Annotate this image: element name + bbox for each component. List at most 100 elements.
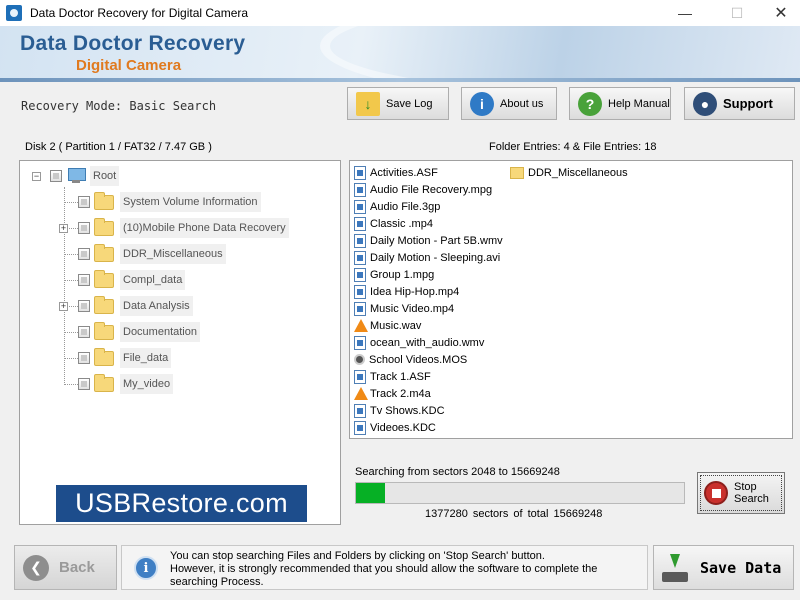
close-button[interactable]: ✕ xyxy=(758,0,800,26)
media-file-icon xyxy=(354,250,366,265)
folder-icon xyxy=(94,295,114,314)
tree-item-folder[interactable]: File_data xyxy=(78,347,172,369)
support-label: Support xyxy=(723,96,773,111)
file-list-panel[interactable]: Activities.ASF Audio File Recovery.mpg A… xyxy=(349,160,793,439)
file-item[interactable]: School Videos.MOS xyxy=(354,351,467,368)
tree-checkbox[interactable] xyxy=(78,248,90,260)
title-bar: Data Doctor Recovery for Digital Camera … xyxy=(0,0,800,26)
file-name: School Videos.MOS xyxy=(369,353,468,366)
file-name: Daily Motion - Sleeping.avi xyxy=(370,251,501,264)
tree-item-label: File_data xyxy=(120,348,172,368)
save-data-button[interactable]: Save Data xyxy=(653,545,794,590)
file-item[interactable]: Daily Motion - Sleeping.avi xyxy=(354,249,500,266)
tree-item-root[interactable]: Root xyxy=(50,165,120,187)
folder-icon xyxy=(510,166,524,179)
file-item[interactable]: Music.wav xyxy=(354,317,421,334)
folder-name: DDR_Miscellaneous xyxy=(528,166,628,179)
save-log-label: Save Log xyxy=(386,97,433,110)
minimize-button[interactable]: — xyxy=(662,0,708,26)
media-file-icon xyxy=(354,267,366,282)
file-name: Daily Motion - Part 5B.wmv xyxy=(370,234,503,247)
tree-item-folder[interactable]: (10)Mobile Phone Data Recovery xyxy=(78,217,289,239)
entries-count: Folder Entries: 4 & File Entries: 18 xyxy=(489,141,657,153)
search-range-text: Searching from sectors 2048 to 15669248 xyxy=(355,466,560,478)
file-name: Activities.ASF xyxy=(370,166,438,179)
tree-checkbox[interactable] xyxy=(78,378,90,390)
help-icon: ? xyxy=(578,91,602,116)
tree-item-folder[interactable]: System Volume Information xyxy=(78,191,261,213)
support-button[interactable]: ● Support xyxy=(684,87,795,120)
media-file-icon xyxy=(354,182,366,197)
file-item[interactable]: Daily Motion - Part 5B.wmv xyxy=(354,232,503,249)
tree-item-folder[interactable]: DDR_Miscellaneous xyxy=(78,243,226,265)
file-name: Classic .mp4 xyxy=(370,217,433,230)
file-item[interactable]: Audio File Recovery.mpg xyxy=(354,181,492,198)
maximize-button[interactable]: ☐ xyxy=(714,0,760,26)
tree-item-folder[interactable]: Data Analysis xyxy=(78,295,193,317)
support-person-icon: ● xyxy=(693,91,717,116)
file-item[interactable]: ocean_with_audio.wmv xyxy=(354,334,484,351)
tree-item-label: Data Analysis xyxy=(120,296,193,316)
file-item[interactable]: Videoes.KDC xyxy=(354,419,436,436)
file-item[interactable]: Music Video.mp4 xyxy=(354,300,454,317)
save-log-button[interactable]: ↓ Save Log xyxy=(347,87,449,120)
tree-checkbox[interactable] xyxy=(78,326,90,338)
file-name: Track 2.m4a xyxy=(370,387,431,400)
tree-checkbox[interactable] xyxy=(50,170,62,182)
info-message-line2: However, it is strongly recommended that… xyxy=(170,563,598,588)
tree-connector xyxy=(64,332,78,333)
stop-search-button[interactable]: Stop Search xyxy=(697,472,785,514)
tree-item-label: Root xyxy=(90,166,120,186)
folder-icon xyxy=(94,217,114,236)
file-name: ocean_with_audio.wmv xyxy=(370,336,485,349)
folder-tree-panel[interactable]: − Root System Volume Information + (10)M… xyxy=(19,160,341,525)
stop-icon xyxy=(704,481,728,505)
stop-search-label: Stop Search xyxy=(734,481,769,505)
tree-item-folder[interactable]: Documentation xyxy=(78,321,200,343)
tree-checkbox[interactable] xyxy=(78,196,90,208)
tree-checkbox[interactable] xyxy=(78,352,90,364)
file-name: Audio File Recovery.mpg xyxy=(370,183,493,196)
file-item[interactable]: Activities.ASF xyxy=(354,164,438,181)
tree-item-label: (10)Mobile Phone Data Recovery xyxy=(120,218,289,238)
file-item[interactable]: Idea Hip-Hop.mp4 xyxy=(354,283,459,300)
watermark-banner: USBRestore.com xyxy=(56,485,307,522)
media-file-icon xyxy=(354,284,366,299)
header-banner: Data Doctor Recovery Digital Camera xyxy=(0,26,800,82)
file-item[interactable]: Classic .mp4 xyxy=(354,215,433,232)
media-file-icon xyxy=(354,420,366,435)
file-item[interactable]: Track 1.ASF xyxy=(354,368,431,385)
tree-item-folder[interactable]: Compl_data xyxy=(78,269,186,291)
about-us-button[interactable]: i About us xyxy=(461,87,557,120)
file-item[interactable]: Track 2.m4a xyxy=(354,385,431,402)
info-message-text: You can stop searching Files and Folders… xyxy=(170,550,645,589)
file-name: Videoes.KDC xyxy=(370,421,436,434)
folder-icon xyxy=(94,269,114,288)
help-manual-button[interactable]: ? Help Manual xyxy=(569,87,671,120)
file-item[interactable]: Audio File.3gp xyxy=(354,198,440,215)
disc-file-icon xyxy=(354,354,365,365)
info-message-line1: You can stop searching Files and Folders… xyxy=(170,550,545,562)
tree-expand-toggle[interactable]: + xyxy=(59,224,68,233)
computer-icon xyxy=(66,168,86,184)
tree-item-label: DDR_Miscellaneous xyxy=(120,244,226,264)
tree-collapse-toggle[interactable]: − xyxy=(32,172,41,181)
tree-checkbox[interactable] xyxy=(78,222,90,234)
file-name: Track 1.ASF xyxy=(370,370,431,383)
sector-count-text: 1377280 sectors of total 15669248 xyxy=(425,508,603,520)
tree-item-label: My_video xyxy=(120,374,174,394)
folder-icon xyxy=(94,321,114,340)
help-manual-label: Help Manual xyxy=(608,97,670,110)
tree-expand-toggle[interactable]: + xyxy=(59,302,68,311)
tree-connector xyxy=(64,384,78,385)
tree-checkbox[interactable] xyxy=(78,300,90,312)
file-item[interactable]: Tv Shows.KDC xyxy=(354,402,445,419)
back-button[interactable]: ❮ Back xyxy=(14,545,117,590)
folder-item[interactable]: DDR_Miscellaneous xyxy=(510,164,628,181)
file-name: Idea Hip-Hop.mp4 xyxy=(370,285,460,298)
brand-title: Data Doctor Recovery xyxy=(20,32,246,55)
tree-checkbox[interactable] xyxy=(78,274,90,286)
folder-icon xyxy=(94,373,114,392)
tree-item-folder[interactable]: My_video xyxy=(78,373,174,395)
file-item[interactable]: Group 1.mpg xyxy=(354,266,434,283)
